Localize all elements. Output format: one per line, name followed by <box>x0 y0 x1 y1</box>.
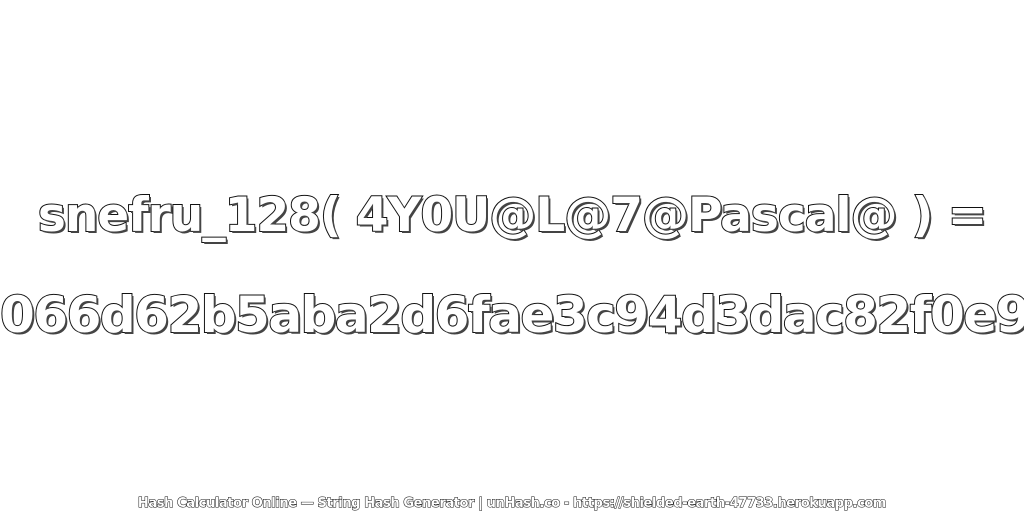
hash-digest: 066d62b5aba2d6fae3c94d3dac82f0e9 <box>0 286 1024 344</box>
footer-caption: Hash Calculator Online — String Hash Gen… <box>137 496 887 511</box>
hash-expression: snefru_128( 4Y0U@L@7@Pascal@ ) = <box>37 188 988 243</box>
